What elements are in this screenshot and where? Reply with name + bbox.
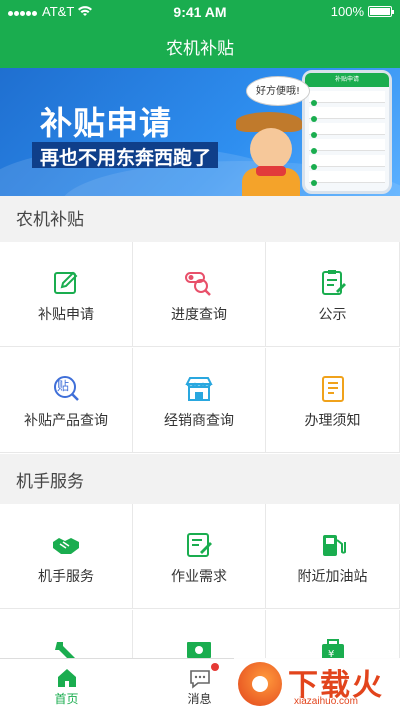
guide-icon — [321, 376, 344, 402]
banner-title: 补贴申请 — [40, 104, 173, 142]
grid-item-label: 机手服务 — [38, 569, 94, 585]
battery-label: 100% — [330, 4, 364, 19]
battery-icon — [368, 6, 394, 17]
promo-banner[interactable]: 补贴申请 再也不用东奔西跑了 补贴申请 好方便哦! — [0, 68, 400, 196]
watermark-url: xiazaihuo.com — [294, 696, 358, 707]
grid-item-product-query[interactable]: 贴 补贴产品查询 — [0, 348, 133, 453]
message-icon — [189, 670, 210, 689]
speech-bubble: 好方便哦! — [246, 76, 310, 106]
banner-subtitle: 再也不用东奔西跑了 — [40, 147, 212, 169]
wallet-icon: ¥ — [321, 639, 344, 658]
grid-item-subsidy-apply[interactable]: 补贴申请 — [0, 242, 133, 347]
app-header: AT&T 9:41 AM 100% 农机补贴 — [0, 0, 400, 68]
operator-grid: 机手服务 作业需求 附近加油站 ¥ — [0, 504, 400, 658]
store-icon — [185, 377, 213, 401]
unread-badge — [211, 663, 219, 671]
grid-item-cash[interactable] — [133, 610, 266, 658]
progress-search-icon — [185, 272, 211, 296]
cowboy-scarf-illustration — [256, 166, 286, 176]
home-icon — [57, 669, 76, 687]
grid-item-label: 办理须知 — [304, 413, 361, 429]
grid-item-progress-query[interactable]: 进度查询 — [133, 242, 266, 347]
grid-item-operator-service[interactable]: 机手服务 — [0, 504, 133, 609]
svg-text:贴: 贴 — [57, 379, 69, 393]
grid-item-label: 进度查询 — [171, 307, 227, 323]
grid-item-notice[interactable]: 公示 — [266, 242, 400, 347]
phone-row — [309, 155, 385, 167]
edit-icon — [54, 271, 78, 294]
tab-home[interactable]: 首页 — [0, 659, 133, 710]
phone-row — [309, 171, 385, 183]
watermark-logo-icon — [238, 662, 282, 706]
grid-item-dealer-query[interactable]: 经销商查询 — [133, 348, 266, 453]
grid-item-label: 补贴产品查询 — [24, 413, 108, 429]
fuel-icon — [322, 535, 346, 556]
cowboy-face-illustration — [250, 128, 292, 170]
grid-item-label: 附近加油站 — [297, 569, 368, 585]
grid-item-nearby-gas[interactable]: 附近加油站 — [266, 504, 400, 609]
grid-item-guide[interactable]: 办理须知 — [266, 348, 400, 453]
grid-item-repair[interactable] — [0, 610, 133, 658]
section-header-subsidy: 农机补贴 — [0, 198, 400, 242]
grid-item-label: 作业需求 — [171, 569, 227, 585]
phone-illustration: 补贴申请 — [302, 70, 392, 194]
cash-icon — [187, 642, 211, 658]
notice-icon — [321, 270, 346, 295]
tab-label: 首页 — [54, 692, 79, 706]
product-search-icon: 贴 — [54, 376, 79, 401]
grid-item-label: 经销商查询 — [164, 413, 234, 429]
status-bar: AT&T 9:41 AM 100% — [0, 0, 400, 22]
svg-text:¥: ¥ — [328, 649, 334, 658]
repair-icon — [55, 642, 75, 658]
subsidy-grid: 补贴申请 进度查询 公示 贴 补贴产品查询 经销商查询 办理须知 — [0, 242, 400, 454]
grid-item-label: 补贴申请 — [38, 307, 94, 323]
grid-item-wallet[interactable]: ¥ — [266, 610, 400, 658]
phone-row — [309, 107, 385, 119]
section-header-operator: 机手服务 — [0, 460, 400, 504]
page-title: 农机补贴 — [166, 39, 234, 59]
phone-row — [309, 139, 385, 151]
grid-item-label: 公示 — [318, 307, 347, 323]
phone-row — [309, 91, 385, 103]
phone-header: 补贴申请 — [305, 73, 389, 87]
watermark: 下载火 xiazaihuo.com — [234, 658, 400, 710]
handshake-icon — [53, 538, 79, 554]
task-icon — [187, 533, 212, 557]
grid-item-work-demand[interactable]: 作业需求 — [133, 504, 266, 609]
phone-row — [309, 123, 385, 135]
